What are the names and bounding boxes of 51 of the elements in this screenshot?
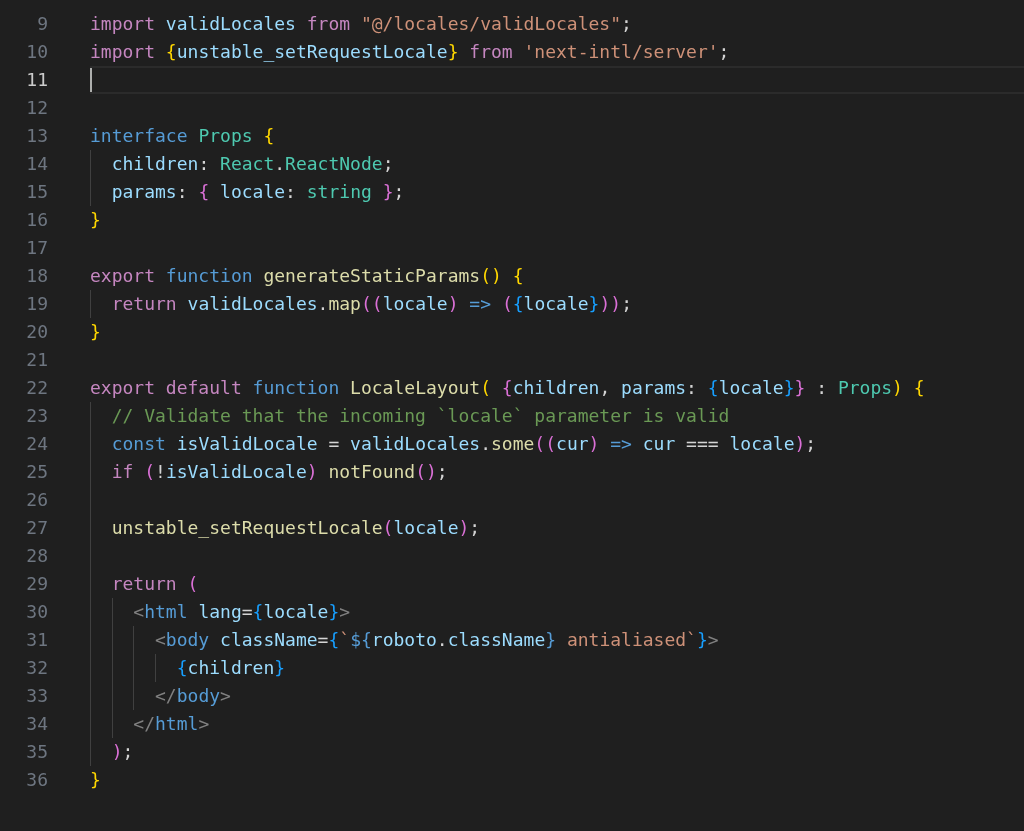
line-number: 32	[25, 656, 48, 680]
code-line: import validLocales from "@/locales/validLocales";	[90, 12, 632, 36]
code-line: <html lang={locale}>	[132, 600, 351, 624]
line-number: 11	[25, 68, 48, 92]
line-number: 30	[25, 600, 48, 624]
code-line: <body className={`${roboto.className} antialiased`}>	[154, 628, 719, 652]
line-number: 18	[25, 264, 48, 288]
line-number: 21	[25, 348, 48, 372]
text-cursor	[90, 68, 92, 92]
code-line: params: { locale: string };	[110, 180, 405, 204]
line-number: 33	[25, 684, 48, 708]
line-number: 20	[25, 320, 48, 344]
code-line: );	[110, 740, 134, 764]
line-number: 12	[25, 96, 48, 120]
line-number: 25	[25, 460, 48, 484]
line-number: 15	[25, 180, 48, 204]
line-number: 29	[25, 572, 48, 596]
code-line: interface Props {	[90, 124, 275, 148]
line-number: 22	[25, 376, 48, 400]
line-number: 9	[36, 12, 48, 36]
line-number: 27	[25, 516, 48, 540]
line-number: 14	[25, 152, 48, 176]
code-line: export function generateStaticParams() {	[90, 264, 524, 288]
code-line: const isValidLocale = validLocales.some((cur) => cur === locale);	[110, 432, 817, 456]
code-line: children: React.ReactNode;	[110, 152, 394, 176]
line-number: 26	[25, 488, 48, 512]
line-number: 23	[25, 404, 48, 428]
code-line: import {unstable_setRequestLocale} from 'next-intl/server';	[90, 40, 730, 64]
line-number: 34	[25, 712, 48, 736]
line-number: 31	[25, 628, 48, 652]
line-number: 28	[25, 544, 48, 568]
code-line: unstable_setRequestLocale(locale);	[110, 516, 481, 540]
code-line: export default function LocaleLayout( {children, params: {locale}} : Props) {	[90, 376, 925, 400]
line-number: 36	[25, 768, 48, 792]
code-line: }	[90, 768, 101, 792]
line-number: 24	[25, 432, 48, 456]
code-line: return (	[110, 572, 199, 596]
code-line: }	[90, 320, 101, 344]
line-number: 16	[25, 208, 48, 232]
code-line: if (!isValidLocale) notFound();	[110, 460, 448, 484]
code-line: </html>	[132, 712, 210, 736]
line-number: 10	[25, 40, 48, 64]
line-number: 17	[25, 236, 48, 260]
code-line: }	[90, 208, 101, 232]
code-line: // Validate that the incoming `locale` parameter is valid	[110, 404, 730, 428]
code-line: {children}	[175, 656, 286, 680]
line-number: 35	[25, 740, 48, 764]
code-line: return validLocales.map((locale) => ({locale}));	[110, 292, 632, 316]
line-number: 19	[25, 292, 48, 316]
code-line: </body>	[154, 684, 231, 708]
line-number: 13	[25, 124, 48, 148]
